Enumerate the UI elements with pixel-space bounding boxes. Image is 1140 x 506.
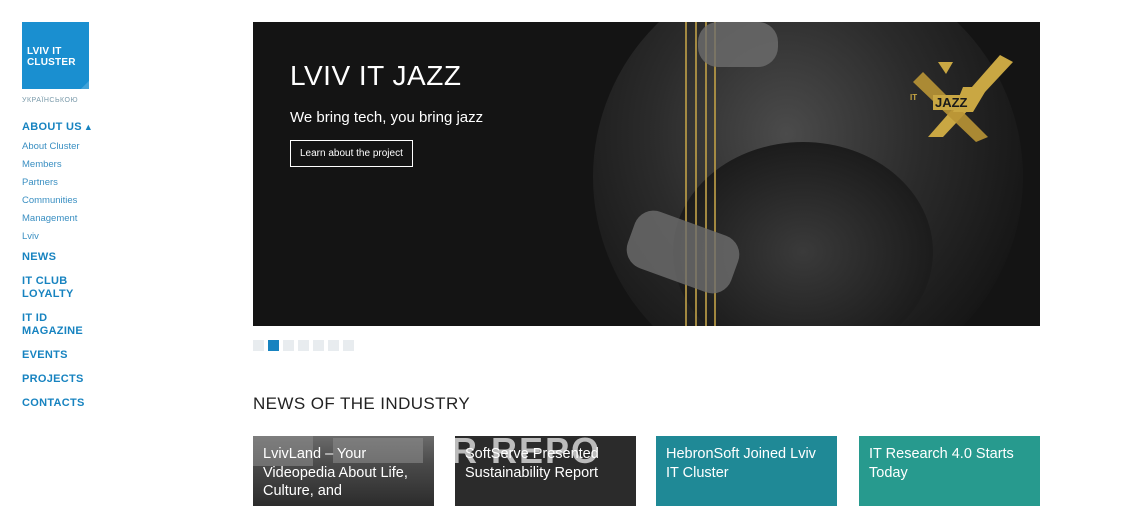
learn-more-button[interactable]: Learn about the project [290,140,413,167]
news-card[interactable]: IT Research 4.0 Starts Today [859,436,1040,506]
hero-title: LVIV IT JAZZ [290,60,462,91]
jazz-logo-it: IT [910,93,918,102]
hero-subtitle: We bring tech, you bring jazz [290,109,484,126]
lviv-it-cluster-logo[interactable]: LVIV IT CLUSTER [22,22,89,89]
nav-members[interactable]: Members [22,156,222,174]
nav-about-us-label: ABOUT US [22,121,82,133]
slider-dot[interactable] [253,340,264,351]
chevron-up-icon: ▲ [83,122,94,132]
news-card-title: LvivLand – Your Videopedia About Life, C… [263,446,408,499]
nav-it-id-line-1: IT ID [22,312,48,324]
hand-image [698,22,778,67]
nav-partners[interactable]: Partners [22,174,222,192]
nav-management[interactable]: Management [22,210,222,228]
slider-pagination [253,340,354,351]
nav-lviv[interactable]: Lviv [22,228,222,246]
news-card[interactable]: R REPO SoftServe Presented Sustainabilit… [455,436,636,506]
nav-it-id-magazine[interactable]: IT ID MAGAZINE [22,312,222,338]
news-card[interactable]: HebronSoft Joined Lviv IT Cluster [656,436,837,506]
news-card[interactable]: LvivLand – Your Videopedia About Life, C… [253,436,434,506]
hero-banner[interactable]: IT JAZZ LVIV IT JAZZ We bring tech, you … [253,22,1040,326]
nav-events[interactable]: EVENTS [22,349,222,362]
main-nav: ABOUT US ▲ About Cluster Members Partners… [22,121,222,410]
logo-line-2: CLUSTER [27,57,76,68]
nav-it-club-line-1: IT CLUB [22,275,68,287]
jazz-logo-jazz: JAZZ [933,95,970,110]
slider-dot-active[interactable] [268,340,279,351]
slider-dot[interactable] [343,340,354,351]
nav-communities[interactable]: Communities [22,192,222,210]
nav-it-club-line-2: LOYALTY [22,288,74,300]
slider-dot[interactable] [298,340,309,351]
slider-dot[interactable] [283,340,294,351]
logo-line-1: LVIV IT [27,46,62,57]
nav-projects[interactable]: PROJECTS [22,373,222,386]
news-card-title: IT Research 4.0 Starts Today [869,446,1014,481]
language-switch-link[interactable]: УКРАЇНСЬКОЮ [22,97,78,104]
nav-it-club-loyalty[interactable]: IT CLUB LOYALTY [22,275,222,301]
slider-dot[interactable] [328,340,339,351]
slider-dot[interactable] [313,340,324,351]
nav-news[interactable]: NEWS [22,251,222,264]
news-card-title: HebronSoft Joined Lviv IT Cluster [666,446,816,481]
nav-about-cluster[interactable]: About Cluster [22,138,222,156]
news-section-heading: NEWS OF THE INDUSTRY [253,394,471,413]
logo-text: LVIV IT CLUSTER [27,46,76,68]
nav-about-us[interactable]: ABOUT US ▲ [22,121,222,134]
nav-contacts[interactable]: CONTACTS [22,397,222,410]
nav-it-id-line-2: MAGAZINE [22,325,84,337]
news-card-title: SoftServe Presented Sustainability Repor… [465,446,599,481]
sidebar: LVIV IT CLUSTER УКРАЇНСЬКОЮ ABOUT US ▲ Ab… [0,0,230,501]
